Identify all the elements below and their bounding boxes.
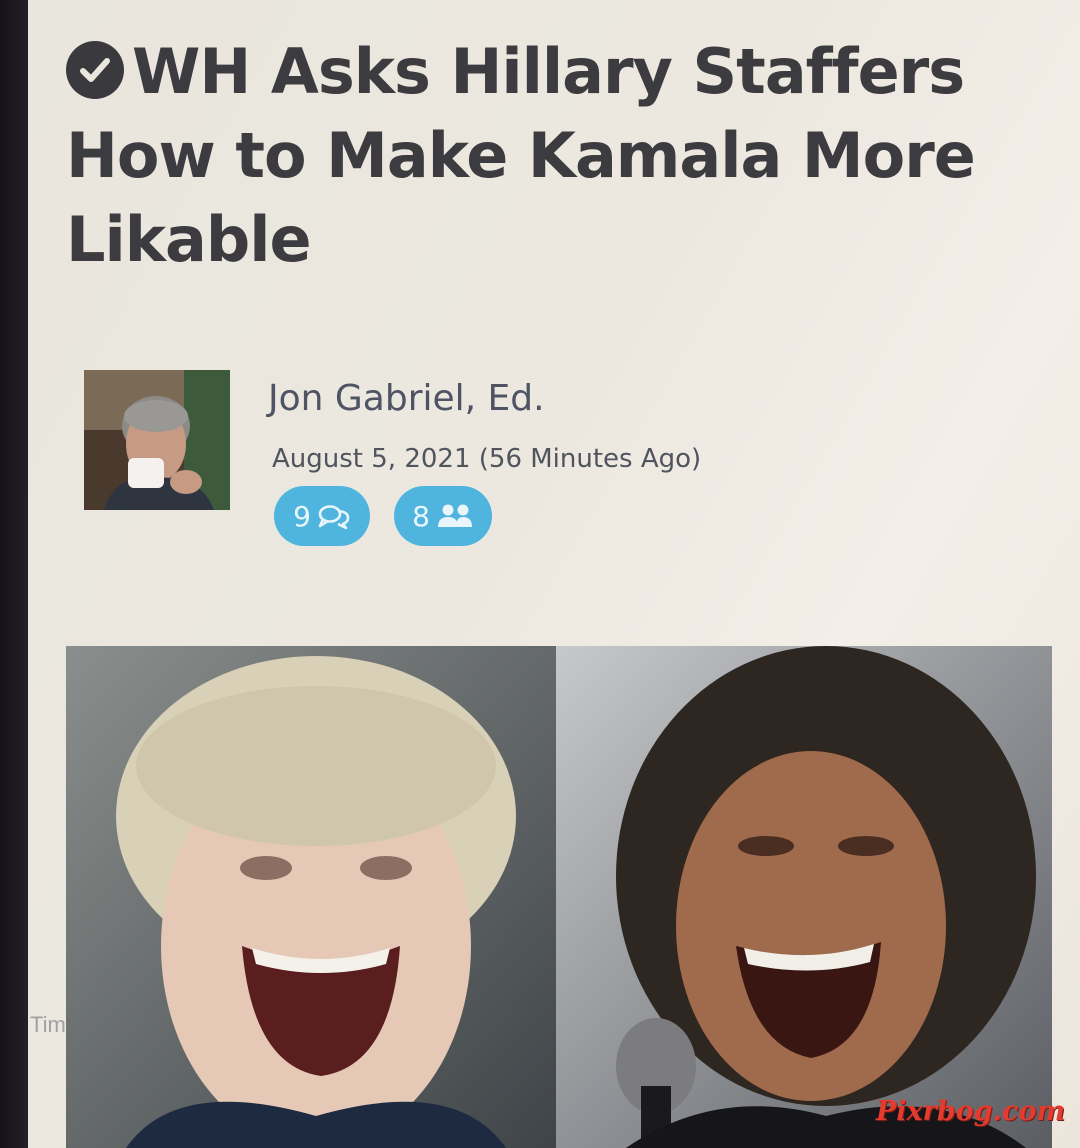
comments-icon (318, 505, 350, 529)
author-avatar-photo (84, 370, 230, 510)
article-hero-image[interactable] (66, 646, 1052, 1148)
watermark: Pixrbog.com (876, 1096, 1066, 1127)
users-icon (437, 504, 472, 527)
check-circle-icon (66, 41, 124, 99)
followers-count-button[interactable]: 8 (394, 486, 492, 546)
followers-count: 8 (412, 499, 430, 533)
hero-photo-two-laughing-women (66, 646, 1052, 1148)
author-name[interactable]: Jon Gabriel, Ed. (268, 378, 545, 419)
background-ghost-text: Tim (30, 1012, 66, 1037)
author-avatar[interactable] (84, 370, 230, 510)
article-headline[interactable]: WH Asks Hillary Staffers How to Make Kam… (66, 30, 1026, 282)
comments-count: 9 (293, 499, 311, 533)
post-date: August 5, 2021 (56 Minutes Ago) (272, 444, 702, 474)
headline-text: WH Asks Hillary Staffers How to Make Kam… (66, 35, 976, 276)
comments-count-button[interactable]: 9 (274, 486, 370, 546)
